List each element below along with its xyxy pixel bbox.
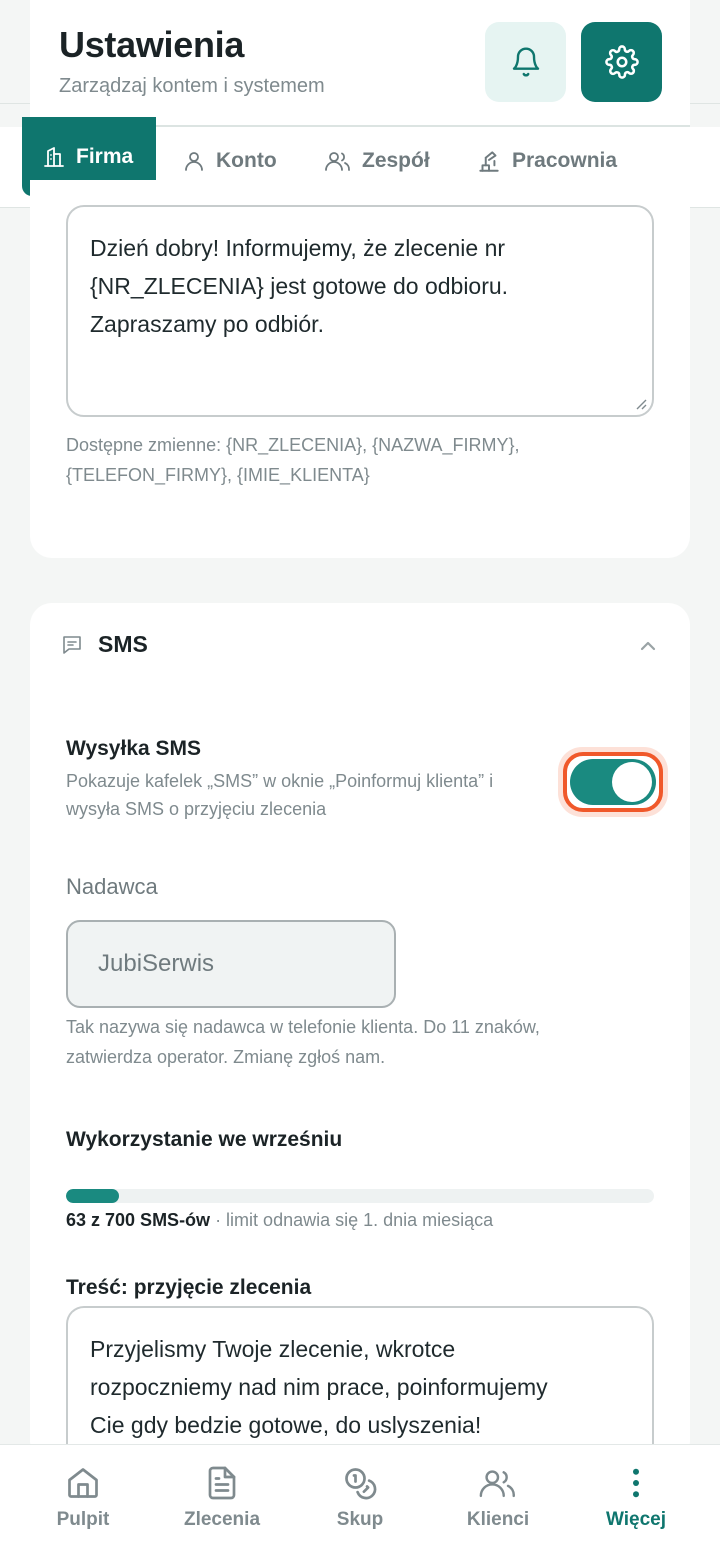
settings-button[interactable] [581, 22, 662, 102]
sms-sending-toggle[interactable] [570, 759, 656, 805]
coins-icon [345, 1468, 377, 1500]
workshop-icon [479, 151, 499, 172]
bell-icon [512, 47, 539, 77]
more-vertical-icon [633, 1468, 639, 1498]
usage-title: Wykorzystanie we wrześniu [66, 1128, 343, 1151]
help-line: Tak nazywa się nadawca w telefonie klien… [66, 1017, 540, 1037]
sender-value: JubiSerwis [98, 950, 215, 977]
sms-toggle-outline [563, 752, 663, 812]
textarea-line: Przyjelismy Twoje zlecenie, wkrotce [90, 1336, 456, 1362]
available-variables-help: Dostępne zmienne: {NR_ZLECENIA}, {NAZWA_… [66, 430, 520, 490]
page-subtitle: Zarządzaj kontem i systemem [59, 75, 325, 97]
chevron-up-icon[interactable] [638, 639, 658, 653]
nav-pulpit[interactable]: Pulpit [11, 1445, 155, 1561]
sms-section-title: SMS [98, 631, 148, 657]
nav-klienci[interactable]: Klienci [426, 1445, 570, 1561]
textarea-line: Cie gdy bedzie gotowe, do uslyszenia! [90, 1412, 482, 1438]
document-icon [208, 1466, 236, 1500]
nav-zlecenia[interactable]: Zlecenia [150, 1445, 294, 1561]
textarea-line: Zapraszamy po odbiór. [90, 311, 324, 337]
users-icon [325, 152, 350, 171]
help-line: Dostępne zmienne: {NR_ZLECENIA}, {NAZWA_… [66, 435, 520, 455]
content-label: Treść: przyjęcie zlecenia [66, 1276, 312, 1299]
sms-section-header[interactable]: SMS [60, 631, 148, 658]
resize-handle-icon[interactable] [632, 395, 648, 411]
usage-progress-bar [66, 1189, 654, 1203]
gear-icon [604, 45, 639, 79]
sms-section-card: SMS Wysyłka SMS Pokazuje kafelek „SMS” w… [30, 603, 690, 1506]
nav-label: Zlecenia [183, 1509, 261, 1530]
help-line: wysyła SMS o przyjęciu zlecenia [66, 799, 327, 819]
sender-label: Nadawca [66, 874, 158, 899]
sender-input[interactable]: JubiSerwis [66, 920, 396, 1008]
nav-wiecej[interactable]: Więcej [564, 1445, 708, 1561]
usage-progress-fill [66, 1189, 119, 1203]
message-icon [63, 635, 81, 654]
sms-sending-label: Wysyłka SMS [66, 737, 202, 760]
textarea-line: rozpoczniemy nad nim prace, poinformujem… [90, 1374, 548, 1400]
tab-label: Konto [216, 149, 277, 172]
home-icon [68, 1468, 98, 1498]
page-title: Ustawienia [59, 24, 245, 65]
sms-sending-description: Pokazuje kafelek „SMS” w oknie „Poinform… [66, 767, 493, 823]
usage-count: 63 z 700 SMS-ów [66, 1210, 211, 1230]
nav-skup[interactable]: Skup [288, 1445, 432, 1561]
building-icon [44, 146, 64, 167]
usage-summary: 63 z 700 SMS-ów · limit odnawia się 1. d… [66, 1210, 493, 1231]
nav-label: Klienci [466, 1509, 530, 1530]
tab-label: Zespół [362, 149, 430, 172]
nav-label: Skup [336, 1509, 384, 1530]
tab-label: Firma [76, 144, 134, 168]
sms-toggle-focus-ring [558, 747, 668, 817]
header: Ustawienia Zarządzaj kontem i systemem [30, 0, 690, 127]
nav-label: Pulpit [56, 1509, 110, 1530]
sender-help: Tak nazywa się nadawca w telefonie klien… [66, 1012, 540, 1072]
notifications-button[interactable] [485, 22, 566, 102]
help-line: Pokazuje kafelek „SMS” w oknie „Poinform… [66, 771, 494, 791]
bottom-navigation: Pulpit Zlecenia Skup Klienci Więcej [0, 1444, 720, 1561]
help-line: {TELEFON_FIRMY}, {IMIE_KLIENTA} [66, 465, 370, 485]
users-icon [479, 1470, 515, 1498]
textarea-line: {NR_ZLECENIA} jest gotowe do odbioru. [90, 273, 509, 299]
ready-message-textarea[interactable]: Dzień dobry! Informujemy, że zlecenie nr… [66, 205, 654, 417]
ready-message-card: Dzień dobry! Informujemy, że zlecenie nr… [30, 180, 690, 558]
tab-label: Pracownia [512, 149, 618, 172]
toggle-knob [612, 762, 652, 802]
help-line: zatwierdza operator. Zmianę zgłoś nam. [66, 1047, 386, 1067]
nav-label: Więcej [605, 1509, 667, 1530]
usage-note: · limit odnawia się 1. dnia miesiąca [210, 1210, 494, 1230]
user-icon [185, 152, 203, 171]
textarea-line: Dzień dobry! Informujemy, że zlecenie nr [90, 235, 506, 261]
